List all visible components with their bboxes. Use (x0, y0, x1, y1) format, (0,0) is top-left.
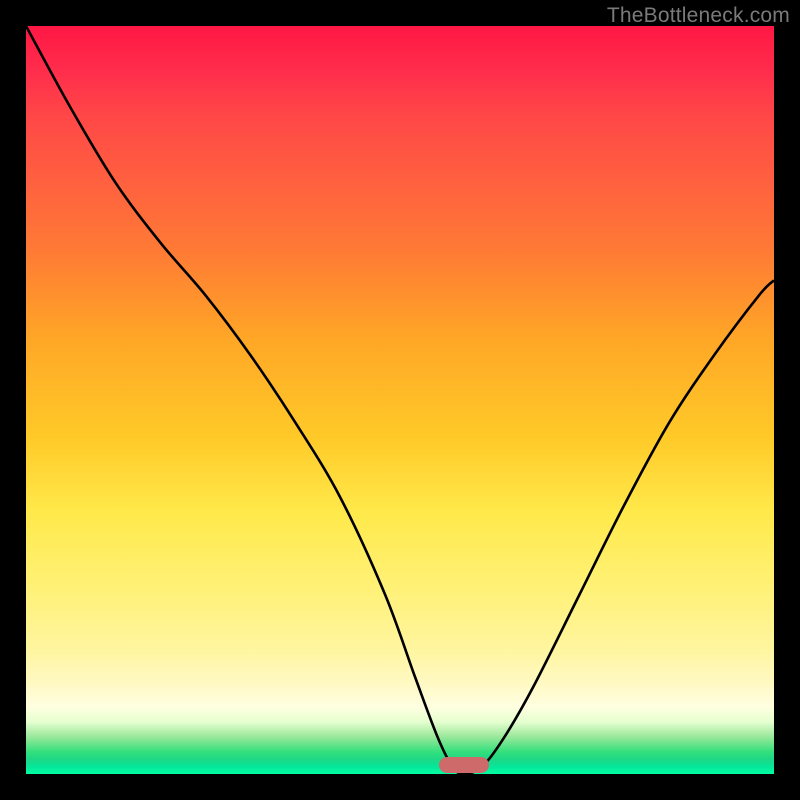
bottleneck-curve (26, 26, 774, 774)
outer-frame: TheBottleneck.com (0, 0, 800, 800)
attribution-text: TheBottleneck.com (607, 4, 790, 28)
curve-path (26, 26, 774, 774)
plot-area (26, 26, 774, 774)
optimal-marker (439, 757, 489, 773)
